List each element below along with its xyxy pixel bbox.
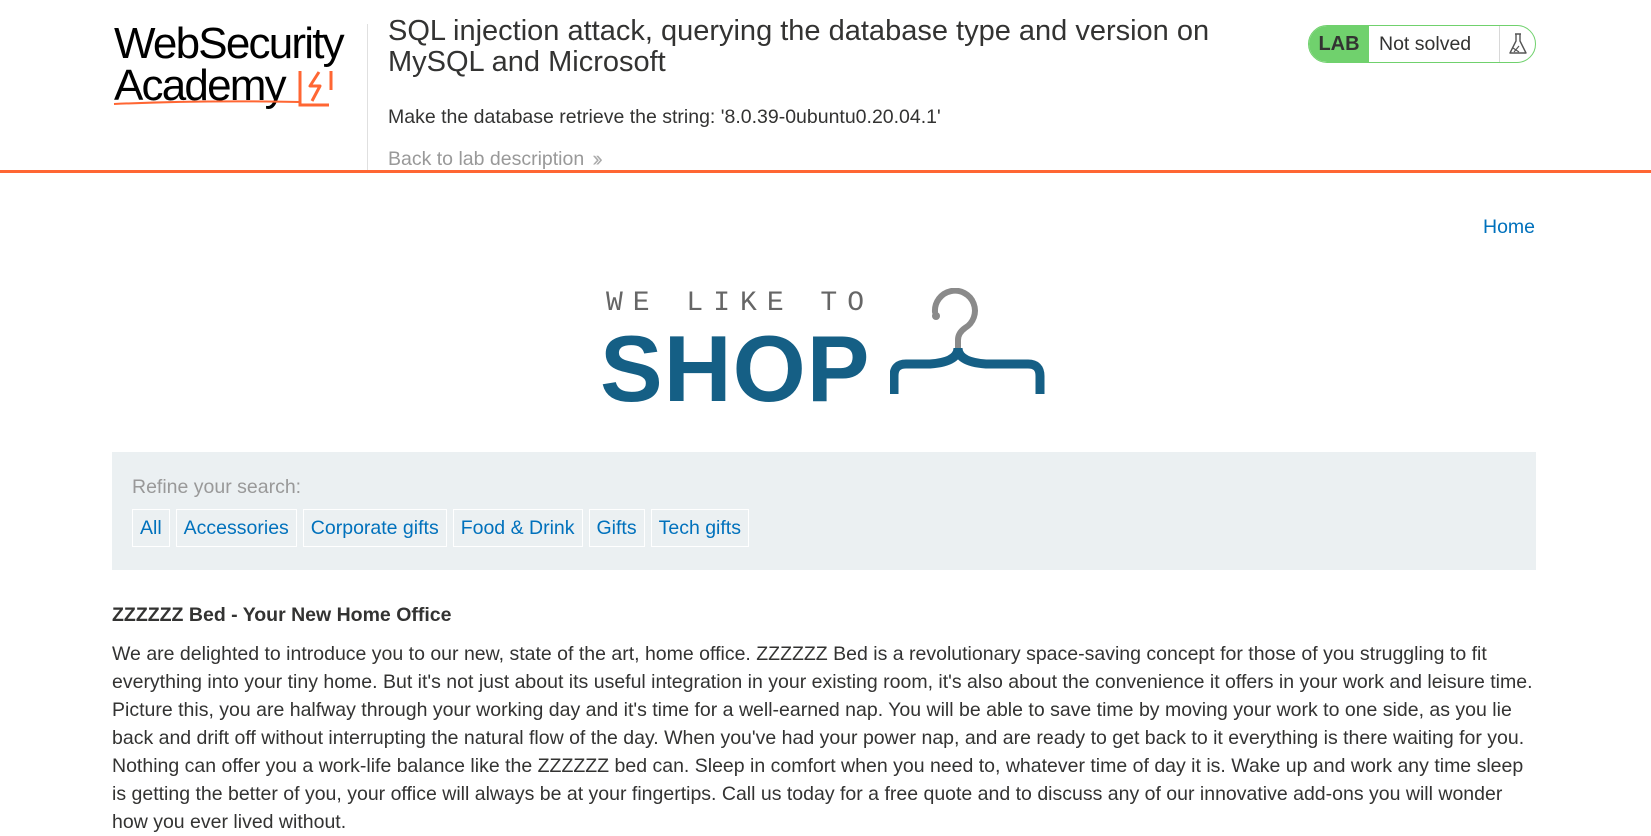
filter-food-drink[interactable]: Food & Drink [452,509,583,547]
filter-gifts[interactable]: Gifts [588,509,645,547]
hanger-icon [890,288,1045,394]
logo-underline-swoosh [113,100,301,105]
academy-header: WebSecurity Academy SQL injection attack… [0,0,1651,173]
lab-title: SQL injection attack, querying the datab… [388,15,1210,78]
filter-all[interactable]: All [132,509,170,547]
filter-list: All Accessories Corporate gifts Food & D… [132,509,1516,547]
double-chevron-right-icon: ›› [592,146,602,171]
lab-goal-text: Make the database retrieve the string: '… [388,106,941,128]
header-divider [367,24,368,170]
banner-shop-text: SHOP [600,316,871,421]
logo-bolt-icon [298,71,333,107]
product-title: ZZZZZZ Bed - Your New Home Office [112,604,452,626]
back-to-lab-description-link[interactable]: Back to lab description ›› [388,146,603,172]
lab-status-text: Not solved [1369,26,1500,62]
banner-tagline: WE LIKE TO [606,288,875,319]
websecurity-academy-logo[interactable]: WebSecurity Academy [112,18,364,114]
product-description: We are delighted to introduce you to our… [112,643,1533,833]
lab-badge: LAB [1309,26,1369,62]
logo-text-line1: WebSecurity [114,19,345,68]
filter-label: Refine your search: [132,476,302,498]
filter-accessories[interactable]: Accessories [175,509,297,547]
lab-status-widget: LAB Not solved [1308,25,1536,63]
filter-corporate-gifts[interactable]: Corporate gifts [302,509,447,547]
back-link-label: Back to lab description [388,147,585,170]
shop-banner: WE LIKE TO SHOP [600,284,1050,421]
nav-home-link[interactable]: Home [1483,216,1535,239]
flask-icon [1500,26,1535,62]
category-filter-panel: Refine your search: All Accessories Corp… [112,452,1536,570]
filter-tech-gifts[interactable]: Tech gifts [650,509,749,547]
